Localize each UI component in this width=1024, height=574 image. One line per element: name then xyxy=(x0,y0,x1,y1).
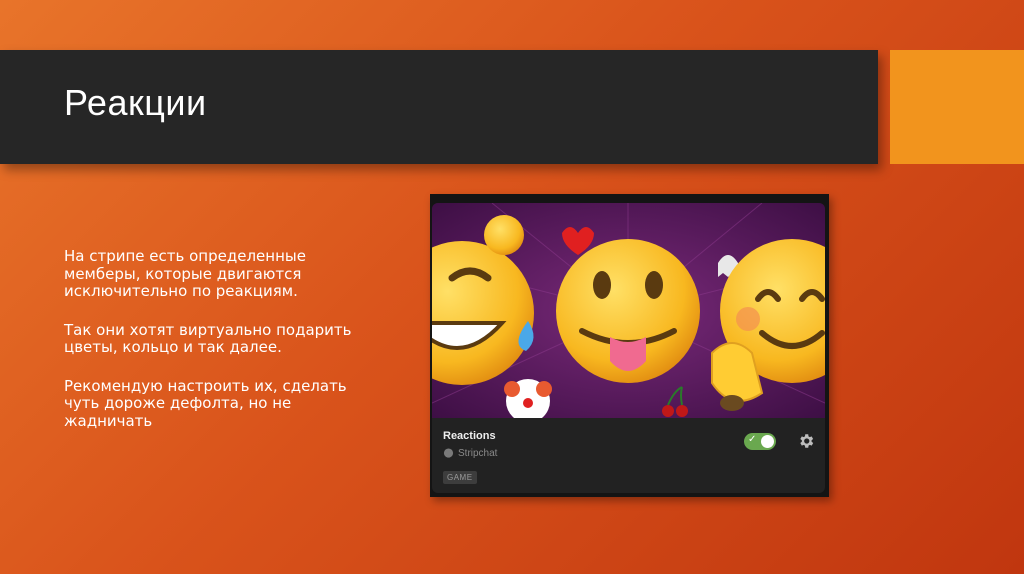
publisher-row: Stripchat xyxy=(443,448,497,459)
app-name: Reactions xyxy=(443,430,496,442)
tongue-emoji xyxy=(556,239,700,383)
poop-icon xyxy=(720,395,744,411)
reactions-artwork xyxy=(432,203,825,418)
paragraph-1: На стрипе есть определенные мемберы, кот… xyxy=(64,247,306,300)
check-icon: ✓ xyxy=(748,434,757,445)
paragraph-3: Рекомендую настроить их, сделать чуть до… xyxy=(64,376,347,430)
slide-title: Реакции xyxy=(64,82,207,123)
screenshot-frame: Reactions Stripchat GAME ✓ xyxy=(430,194,829,497)
enable-toggle[interactable]: ✓ xyxy=(744,433,776,450)
category-tag: GAME xyxy=(443,471,477,484)
chat-bubble-icon xyxy=(443,448,454,458)
gear-icon[interactable] xyxy=(797,432,815,450)
app-card[interactable]: Reactions Stripchat GAME ✓ xyxy=(432,203,825,493)
paragraph-2: Так они хотят виртуально подарить цветы,… xyxy=(64,320,352,356)
accent-block xyxy=(890,50,1024,164)
clown-emoji xyxy=(504,379,552,418)
publisher-name: Stripchat xyxy=(458,448,498,459)
toggle-knob xyxy=(761,435,774,448)
small-emoji xyxy=(484,215,524,255)
body-text: На стрипе есть определенные мемберы, кот… xyxy=(64,247,364,451)
